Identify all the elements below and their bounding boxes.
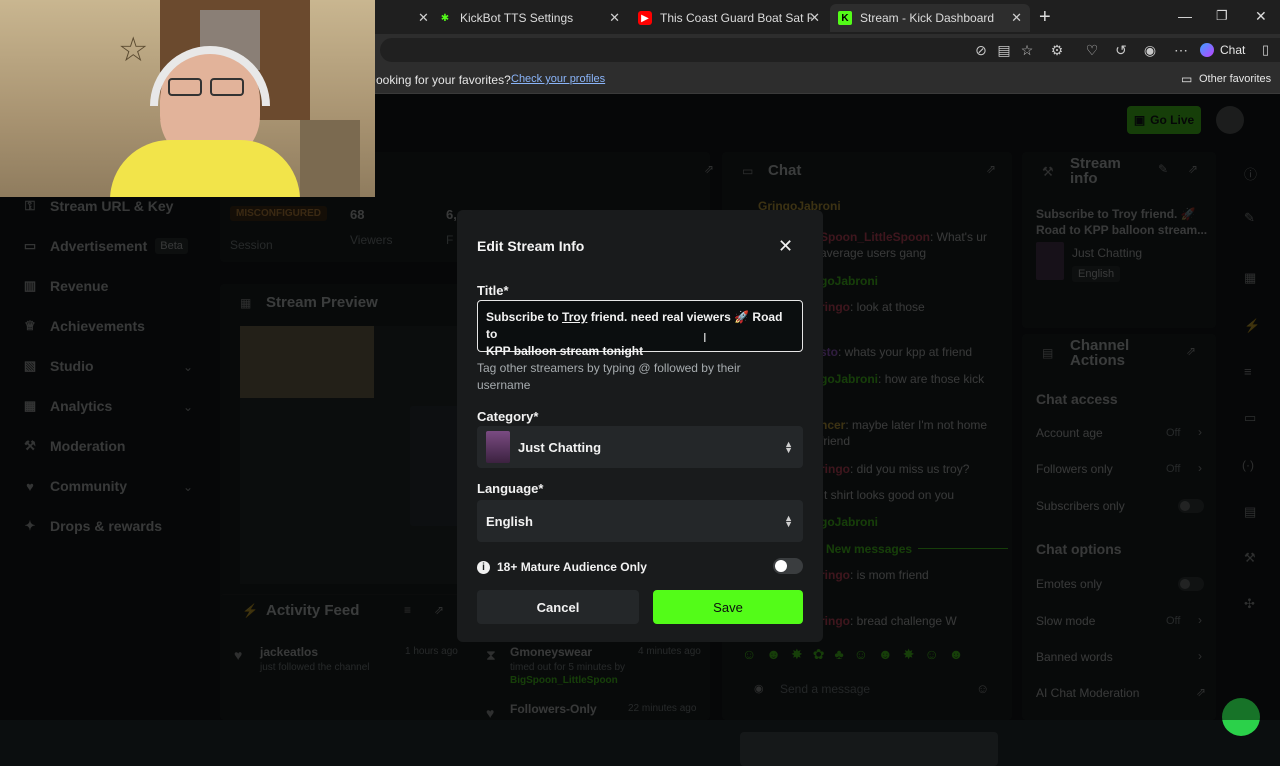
mature-toggle[interactable] [773,558,803,574]
copilot-chat-button[interactable]: Chat [1200,40,1245,60]
select-arrows-icon: ▲ ▼ [784,439,793,455]
copilot-label: Chat [1220,43,1246,57]
tab-title: This Coast Guard Boat Sat For 3 Ye [660,11,812,25]
language-value: English [486,513,533,529]
star-decoration: ☆ [118,31,149,69]
close-icon[interactable]: ✕ [809,10,820,26]
kickbot-icon: ✱ [440,12,450,24]
extensions-icon[interactable]: ⚙ [1048,41,1066,59]
profile-icon[interactable]: ◉ [1141,41,1159,59]
more-icon[interactable]: ⋯ [1172,41,1190,59]
youtube-icon: ▶ [638,11,652,25]
title-text: KPP balloon stream tonight [486,344,644,358]
tag-hint: Tag other streamers by typing @ followed… [477,361,741,392]
mature-label: 18+ Mature Audience Only [497,560,647,574]
category-value: Just Chatting [518,439,602,455]
glasses-left [168,78,202,96]
rocket-icon: 🚀 [734,310,750,324]
close-icon[interactable]: ✕ [1011,10,1022,26]
language-label: Language* [477,481,544,496]
close-icon[interactable]: ✕ [418,10,429,26]
category-select[interactable]: Just Chatting ▲ ▼ [477,426,803,468]
yellow-shirt [110,140,300,197]
glasses-right [210,78,244,96]
history-icon[interactable]: ↺ [1112,41,1130,59]
title-label: Title* [477,283,509,298]
favorites-prompt: ooking for your favorites? [376,73,511,87]
chat-input[interactable] [740,732,998,766]
check-profiles-link[interactable]: Check your profiles [511,73,605,85]
maximize-icon[interactable]: ❐ [1216,8,1228,24]
cancel-button[interactable]: Cancel [477,590,639,624]
browser-essentials-icon[interactable]: ♡ [1083,41,1101,59]
modal-title: Edit Stream Info [477,238,585,254]
tab-youtube[interactable]: ▶ This Coast Guard Boat Sat For 3 Ye ✕ [630,4,828,32]
webcam-overlay: ☆ [0,0,375,197]
close-icon[interactable]: ✕ [609,10,620,26]
mention-troy: Troy [562,310,588,324]
reader-icon[interactable]: ▤ [995,41,1013,59]
category-label: Category* [477,409,539,424]
select-arrows-icon: ▲ ▼ [784,513,793,529]
kick-icon: K [838,11,852,25]
copilot-icon [1200,43,1214,57]
folder-icon: ▭ [1181,72,1193,86]
other-favorites[interactable]: Other favorites [1199,73,1271,85]
favorite-star-icon[interactable]: ☆ [1018,41,1036,59]
tab-kickbot-tts[interactable]: ✱ KickBot TTS Settings ✕ [430,4,628,32]
text-cursor-icon: I [703,330,707,345]
sidebar-toggle-icon[interactable]: ▯ [1262,42,1269,58]
info-icon: i [477,561,490,574]
toggle-knob [775,560,787,572]
new-tab-icon[interactable]: + [1039,6,1051,29]
save-button[interactable]: Save [653,590,803,624]
webcam-side-shelf [300,120,360,197]
tracking-off-icon[interactable]: ⊘ [972,41,990,59]
title-text: friend. need real viewers [590,310,731,324]
window-close-icon[interactable]: ✕ [1255,8,1267,25]
edit-stream-info-modal: Edit Stream Info ✕ Title* Subscribe to T… [457,210,823,642]
title-input[interactable]: Subscribe to Troy friend. need real view… [477,300,803,358]
tab-kick-dashboard[interactable]: K Stream - Kick Dashboard ✕ [830,4,1030,32]
language-select[interactable]: English ▲ ▼ [477,500,803,542]
title-text: Subscribe to [486,310,559,324]
close-icon[interactable]: ✕ [778,236,793,257]
minimize-icon[interactable]: — [1178,8,1192,24]
category-thumbnail [486,431,510,463]
tab-title: Stream - Kick Dashboard [860,11,995,25]
tab-title: KickBot TTS Settings [460,11,574,25]
